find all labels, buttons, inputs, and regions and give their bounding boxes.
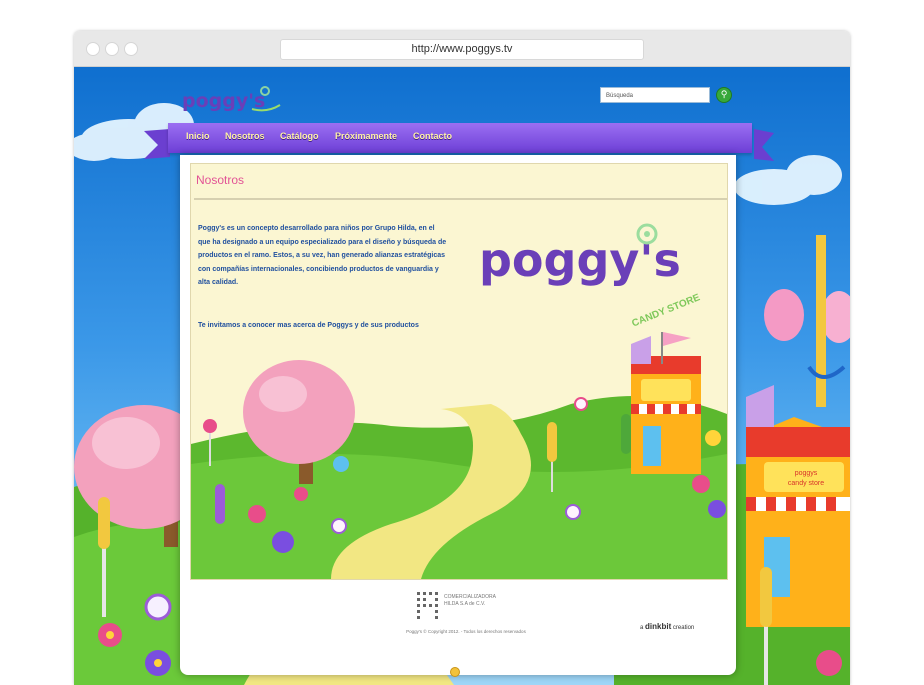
- window-minimize-dot[interactable]: [105, 42, 119, 56]
- browser-chrome: http://www.poggys.tv: [74, 31, 850, 67]
- comercializadora-hilda-logo: [417, 592, 438, 619]
- search-input[interactable]: Búsqueda: [600, 87, 710, 103]
- intro-paragraph: Poggy's es un concepto desarrollado para…: [198, 225, 447, 286]
- browser-window: http://www.poggys.tv poggys candy store …: [74, 31, 850, 685]
- poggys-candy-store-logo: poggy's CANDY STORE: [479, 223, 702, 330]
- title-divider: [194, 198, 727, 200]
- content-panel: Nosotros Poggy's es un concepto desarrol…: [180, 155, 736, 677]
- invite-link[interactable]: Te invitamos a conocer mas acerca de Pog…: [198, 322, 498, 329]
- nav-item-contacto[interactable]: Contacto: [413, 131, 452, 141]
- page-viewport: poggys candy store poggy's Búsqueda ⚲ In…: [74, 67, 850, 685]
- company-name-line1: COMERCIALIZADORA: [444, 594, 496, 600]
- footer-dot-icon: [450, 667, 460, 677]
- nav-item-nosotros[interactable]: Nosotros: [225, 131, 265, 141]
- store-sign-line2: candy store: [788, 480, 824, 487]
- company-name: COMERCIALIZADORA HILDA S.A de C.V.: [444, 594, 524, 608]
- credit-suffix: creation: [672, 625, 695, 631]
- nav-item-inicio[interactable]: Inicio: [186, 131, 210, 141]
- address-bar[interactable]: http://www.poggys.tv: [280, 39, 644, 60]
- nav-item-catalogo[interactable]: Catálogo: [280, 131, 319, 141]
- nav-item-proximamente[interactable]: Próximamente: [335, 131, 397, 141]
- copyright-text: Poggy's © Copyright 2012. - Todos los de…: [406, 629, 526, 634]
- poggys-logo[interactable]: poggy's: [182, 85, 282, 113]
- search-icon[interactable]: ⚲: [716, 87, 732, 103]
- window-maximize-dot[interactable]: [124, 42, 138, 56]
- main-content: Nosotros Poggy's es un concepto desarrol…: [190, 163, 728, 580]
- dinkbit-credit[interactable]: a dinkbit creation: [640, 622, 694, 631]
- store-logo-tagline: CANDY STORE: [630, 292, 702, 329]
- credit-brand: dinkbit: [645, 622, 672, 631]
- window-close-dot[interactable]: [86, 42, 100, 56]
- company-name-line2: HILDA S.A de C.V.: [444, 601, 486, 607]
- credit-prefix: a: [640, 625, 644, 631]
- main-navigation: Inicio Nosotros Catálogo Próximamente Co…: [168, 123, 752, 153]
- store-sign-line1: poggys: [795, 470, 818, 477]
- page-title: Nosotros: [196, 173, 245, 187]
